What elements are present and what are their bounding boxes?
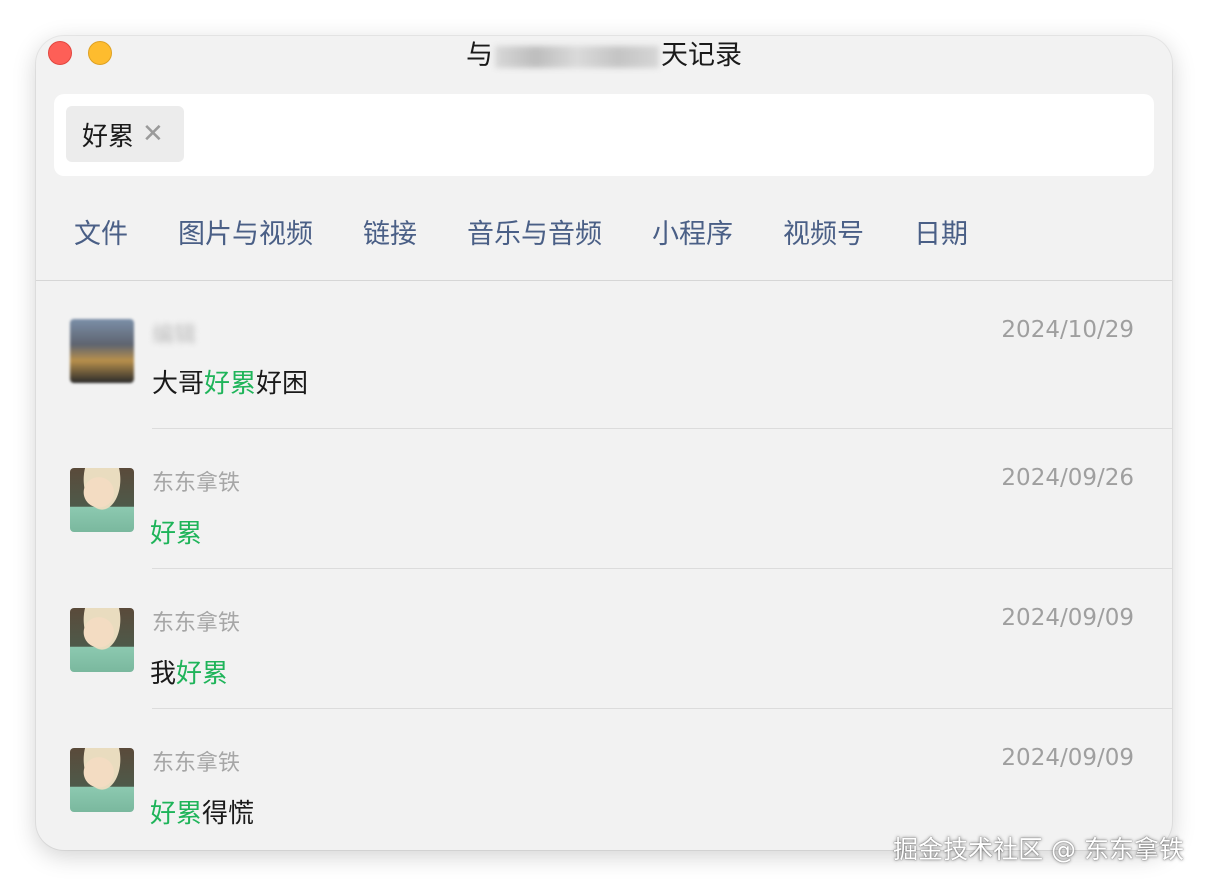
filter-tab-date[interactable]: 日期 <box>914 212 968 251</box>
message-date: 2024/09/26 <box>1001 465 1134 491</box>
message-text: 好累 <box>150 513 202 550</box>
message-date: 2024/09/09 <box>1001 745 1134 771</box>
result-item[interactable]: 编辑 2024/10/29 大哥好累好困 <box>36 281 1172 429</box>
close-icon[interactable]: ✕ <box>142 121 164 147</box>
filter-tab-channels[interactable]: 视频号 <box>783 212 864 251</box>
result-item[interactable]: 东东拿铁 2024/09/09 我好累 <box>36 569 1172 709</box>
message-highlight: 好累 <box>150 799 203 829</box>
filter-tab-music-audio[interactable]: 音乐与音频 <box>467 212 602 251</box>
message-text: 大哥好累好困 <box>152 363 308 400</box>
result-item[interactable]: 东东拿铁 2024/09/09 好累得慌 <box>36 709 1172 849</box>
message-highlight: 好累 <box>204 369 257 399</box>
search-results-list: 编辑 2024/10/29 大哥好累好困 东东拿铁 2024/09/26 好累 … <box>36 281 1172 849</box>
chat-history-window: 与 天记录 好累 ✕ 文件 图片与视频 链接 音乐与音频 小程序 视频号 日期 编… <box>36 36 1172 850</box>
message-date: 2024/09/09 <box>1001 605 1134 631</box>
message-highlight: 好累 <box>176 659 229 689</box>
message-text-after: 得慌 <box>202 799 255 829</box>
sender-name: 东东拿铁 <box>152 471 241 496</box>
filter-tab-images-videos[interactable]: 图片与视频 <box>178 212 313 251</box>
message-text: 我好累 <box>150 653 228 690</box>
result-item[interactable]: 东东拿铁 2024/09/26 好累 <box>36 429 1172 569</box>
avatar <box>70 608 134 672</box>
redacted-contact-name <box>495 45 659 68</box>
watermark: 掘金技术社区 @ 东东拿铁 <box>893 835 1184 864</box>
filter-tabs: 文件 图片与视频 链接 音乐与音频 小程序 视频号 日期 <box>74 212 968 251</box>
avatar <box>70 748 134 812</box>
avatar <box>70 319 134 383</box>
window-title-prefix: 与 <box>466 40 493 71</box>
message-text-before: 大哥 <box>152 369 205 399</box>
window-title: 与 天记录 <box>36 38 1172 74</box>
search-keyword-label: 好累 <box>82 121 135 152</box>
message-text-after: 好困 <box>256 369 309 399</box>
avatar <box>70 468 134 532</box>
message-date: 2024/10/29 <box>1001 317 1134 343</box>
filter-tab-mini-programs[interactable]: 小程序 <box>652 212 733 251</box>
filter-tab-files[interactable]: 文件 <box>74 212 128 251</box>
sender-name: 东东拿铁 <box>152 611 241 636</box>
search-keyword-chip[interactable]: 好累 ✕ <box>66 106 184 162</box>
sender-name: 东东拿铁 <box>152 751 241 776</box>
filter-tab-links[interactable]: 链接 <box>363 212 417 251</box>
sender-name: 编辑 <box>152 323 197 348</box>
search-field[interactable]: 好累 ✕ <box>54 94 1154 176</box>
message-highlight: 好累 <box>150 519 203 549</box>
window-title-suffix: 天记录 <box>661 40 742 71</box>
message-text: 好累得慌 <box>150 793 254 830</box>
message-text-before: 我 <box>150 659 177 689</box>
